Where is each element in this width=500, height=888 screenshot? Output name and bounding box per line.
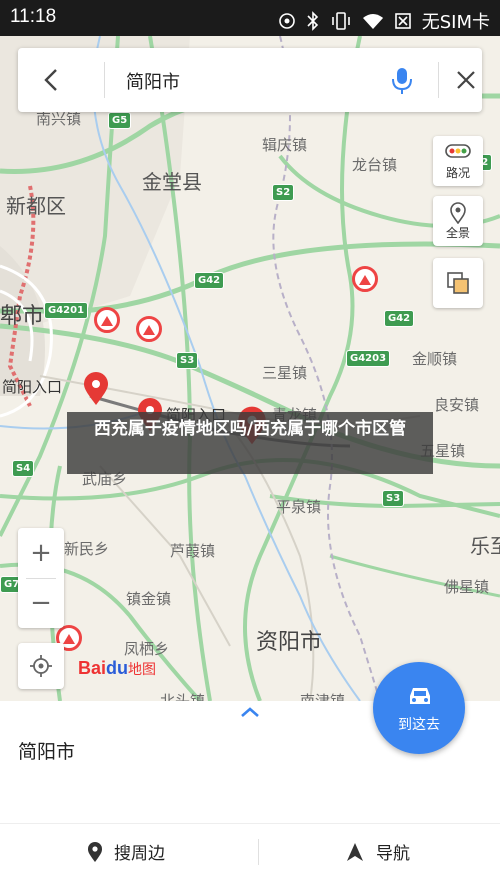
place-title: 简阳市: [18, 741, 76, 763]
search-nearby-button[interactable]: 搜周边: [86, 839, 165, 864]
divider: [438, 62, 439, 98]
place-label: 金顺镇: [412, 350, 458, 368]
route-shield: G4201: [44, 302, 89, 319]
route-shield: S3: [176, 352, 199, 369]
place-label: 良安镇: [434, 396, 480, 414]
layers-button[interactable]: [433, 258, 483, 308]
route-shield: G5: [108, 112, 132, 129]
divider: [258, 839, 259, 865]
panorama-label: 全景: [445, 226, 470, 240]
overlay-caption: 西充属于疫情地区吗/西充属于哪个市区管: [67, 412, 433, 474]
route-shield: S2: [272, 184, 295, 201]
navigation-arrow-icon: [347, 842, 363, 861]
locate-icon: [30, 655, 52, 677]
search-input[interactable]: 简阳市: [126, 68, 180, 94]
route-shield: S3: [382, 490, 405, 507]
microphone-icon[interactable]: [388, 66, 416, 96]
place-label: 南津镇: [300, 692, 346, 701]
place-label: 新都区: [6, 194, 66, 218]
traffic-button[interactable]: 路况: [433, 136, 483, 186]
construction-icon[interactable]: [94, 307, 120, 333]
location-pin-icon: [88, 841, 102, 862]
route-shield: S4: [12, 460, 35, 477]
my-location-button[interactable]: [18, 643, 64, 689]
panorama-pin-icon: [450, 202, 466, 224]
place-label: 金堂县: [142, 170, 202, 194]
traffic-label: 路况: [445, 166, 470, 180]
location-pin-icon[interactable]: [82, 372, 110, 406]
place-label: 平泉镇: [276, 498, 322, 516]
navigate-button[interactable]: 导航: [344, 839, 410, 864]
wifi-icon: [362, 14, 383, 29]
search-bar: 简阳市: [18, 48, 482, 112]
place-label: 资阳市: [256, 630, 323, 655]
place-label: 新民乡: [64, 540, 110, 558]
traffic-light-icon: [445, 144, 471, 158]
divider: [104, 62, 105, 98]
no-sim-icon: [394, 13, 411, 29]
go-here-label: 到这去: [398, 717, 440, 733]
map-canvas[interactable]: 南兴镇 新都区 金堂县 辑庆镇 龙台镇 郫市 简阳入口 三星镇 金顺镇 良安镇 …: [0, 36, 500, 701]
close-icon[interactable]: [454, 68, 478, 92]
chevron-up-icon[interactable]: [238, 705, 262, 719]
zoom-out-button[interactable]: −: [18, 578, 64, 628]
place-label: 乐至: [470, 534, 500, 558]
layers-icon: [447, 272, 469, 294]
divider: [0, 823, 500, 824]
place-label: 简阳入口: [2, 378, 63, 396]
place-label: 龙台镇: [352, 156, 398, 174]
route-shield: G42: [194, 272, 225, 289]
place-label: 镇金镇: [126, 590, 172, 608]
vibrate-icon: [331, 12, 350, 30]
go-here-button[interactable]: 到这去: [373, 662, 465, 754]
zoom-in-button[interactable]: +: [18, 528, 64, 578]
bluetooth-icon: [307, 11, 318, 31]
car-icon: [410, 688, 430, 704]
route-shield: G4203: [346, 350, 391, 367]
place-label: 佛星镇: [444, 578, 490, 596]
zoom-control: + −: [18, 528, 64, 628]
place-label: 凤栖乡: [124, 640, 170, 658]
construction-icon[interactable]: [352, 266, 378, 292]
baidu-map-logo: Baidu地图: [78, 658, 157, 678]
hotspot-icon: [278, 13, 295, 29]
place-label: 辑庆镇: [262, 136, 308, 154]
status-time: 11:18: [10, 6, 57, 27]
place-label: 郫市: [0, 304, 45, 329]
place-label: 芦葭镇: [170, 542, 216, 560]
status-bar: 11:18 无SIM卡: [0, 0, 500, 36]
status-icons: 无SIM卡: [278, 8, 490, 34]
carrier-label: 无SIM卡: [421, 12, 490, 33]
route-shield: G42: [384, 310, 415, 327]
navigate-label: 导航: [376, 844, 410, 864]
construction-icon[interactable]: [136, 316, 162, 342]
place-label: 北头镇: [160, 692, 206, 701]
search-nearby-label: 搜周边: [114, 844, 165, 864]
back-arrow-icon[interactable]: [36, 64, 66, 96]
panorama-button[interactable]: 全景: [433, 196, 483, 246]
place-label: 三星镇: [262, 364, 308, 382]
